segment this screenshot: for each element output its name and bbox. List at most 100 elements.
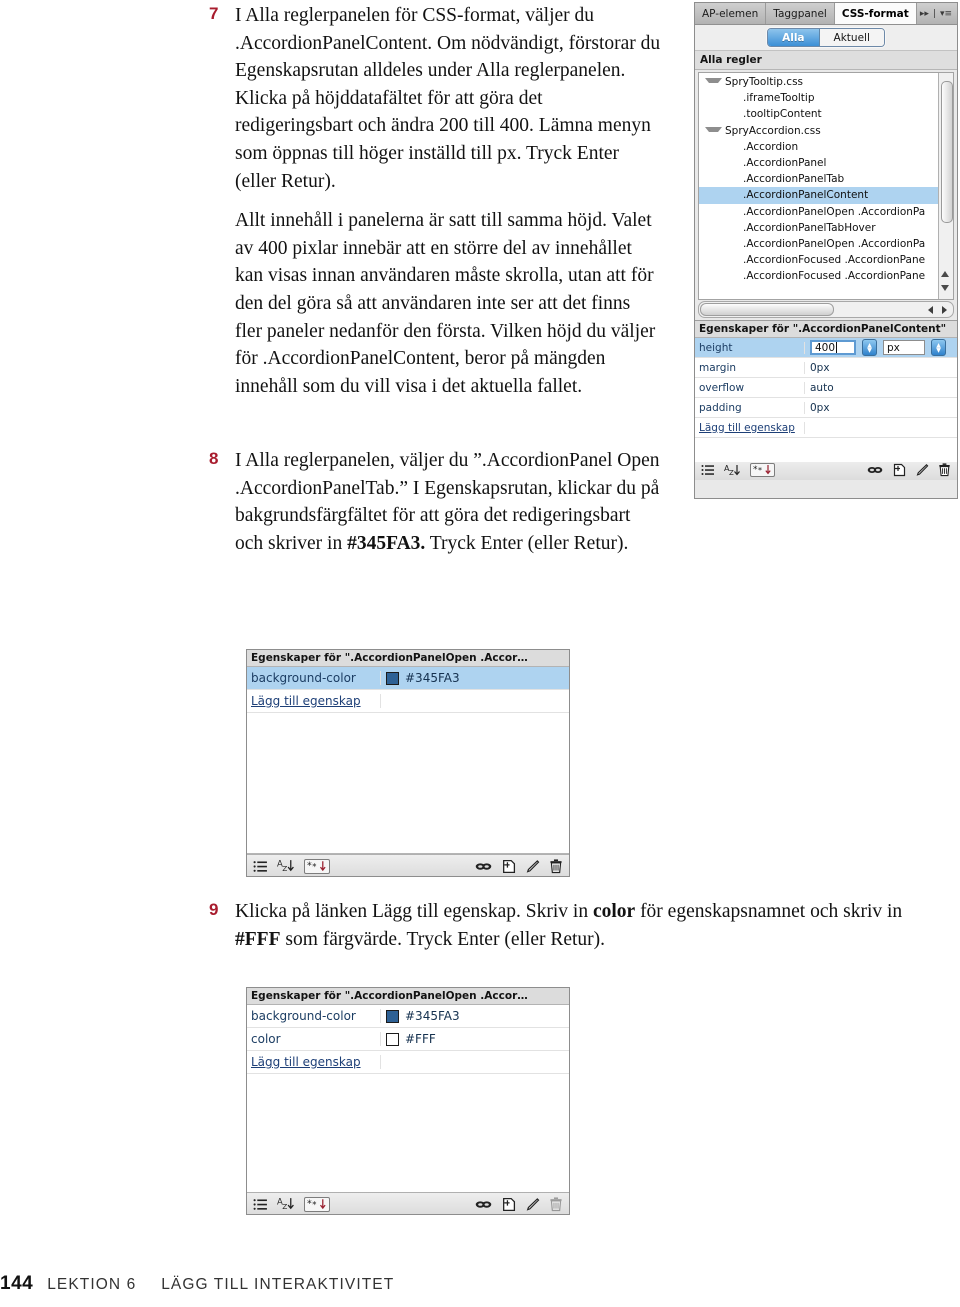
svg-text:Z: Z <box>729 469 734 477</box>
scroll-left-arrow-icon[interactable] <box>928 306 933 314</box>
scrollbar-thumb[interactable] <box>941 81 953 223</box>
page-footer: 144 LEKTION 6 LÄGG TILL INTERAKTIVITET <box>0 1273 394 1295</box>
rule-row[interactable]: SpryTooltip.css <box>699 74 953 90</box>
svg-text:*: * <box>307 860 312 871</box>
delete-rule-icon[interactable] <box>549 858 563 874</box>
step-8-paragraph: I Alla reglerpanelen, väljer du ”.Accord… <box>235 447 661 557</box>
property-value[interactable]: 0px <box>805 362 957 374</box>
edit-rule-icon[interactable] <box>525 859 540 874</box>
add-property-link[interactable]: Lägg till egenskap <box>247 1055 381 1069</box>
hscrollbar-thumb[interactable] <box>700 303 835 316</box>
new-css-rule-icon[interactable] <box>501 1197 516 1212</box>
disclosure-triangle-icon[interactable] <box>705 126 722 132</box>
height-unit-input[interactable]: px <box>883 340 925 355</box>
property-row-add[interactable]: Lägg till egenskap <box>247 690 569 713</box>
delete-rule-icon[interactable] <box>938 463 951 477</box>
property-value[interactable]: #345FA3 <box>381 671 569 685</box>
property-row-overflow[interactable]: overflow auto <box>695 378 957 398</box>
alphabet-sort-icon[interactable]: AZ <box>277 1197 295 1211</box>
rules-horizontal-scrollbar[interactable] <box>698 301 954 318</box>
rule-row[interactable]: .AccordionPanelTabHover <box>699 220 953 236</box>
attach-stylesheet-icon[interactable] <box>867 464 883 476</box>
alphabet-sort-icon[interactable]: AZ <box>277 859 295 873</box>
rule-row[interactable]: .AccordionPanelOpen .AccordionPa <box>699 204 953 220</box>
property-name: margin <box>695 361 805 374</box>
property-row-height[interactable]: height 400 ▲ ▼ px ▲ ▼ <box>695 338 957 358</box>
edit-rule-icon[interactable] <box>525 1197 540 1212</box>
color-swatch[interactable] <box>386 1009 399 1023</box>
scroll-up-arrow-icon[interactable] <box>941 271 949 277</box>
rule-row[interactable]: .AccordionFocused .AccordionPane <box>699 268 953 284</box>
property-row-background-color[interactable]: background-color #345FA3 <box>247 667 569 690</box>
properties-empty-area <box>695 438 957 462</box>
properties-header: Egenskaper för ".AccordionPanelOpen .Acc… <box>247 650 569 667</box>
set-properties-icon[interactable]: * * <box>750 463 775 477</box>
height-value-input[interactable]: 400 <box>810 340 856 355</box>
attach-stylesheet-icon[interactable] <box>475 1198 492 1211</box>
category-view-icon[interactable] <box>253 860 268 873</box>
disclosure-triangle-icon[interactable] <box>705 78 722 83</box>
properties-toolbar: AZ * * <box>247 1192 569 1214</box>
scroll-right-arrow-icon[interactable] <box>942 306 947 314</box>
property-value[interactable]: auto <box>805 382 957 394</box>
rule-row[interactable]: SpryAccordion.css <box>699 123 953 139</box>
rule-row-selected[interactable]: .AccordionPanelContent <box>699 187 953 204</box>
tab-ap-element[interactable]: AP-elemen <box>695 3 767 24</box>
expand-panels-icon[interactable]: ▸▸ <box>920 9 929 19</box>
property-value[interactable]: #FFF <box>381 1032 569 1046</box>
edit-rule-icon[interactable] <box>915 463 929 477</box>
property-value[interactable]: #345FA3 <box>381 1009 569 1023</box>
color-swatch[interactable] <box>386 1032 399 1046</box>
new-css-rule-icon[interactable] <box>501 859 516 874</box>
control-divider: | <box>932 8 936 19</box>
property-row-color[interactable]: color #FFF <box>247 1028 569 1051</box>
rule-row[interactable]: .AccordionFocused .AccordionPane <box>699 252 953 268</box>
category-view-icon[interactable] <box>253 1198 268 1211</box>
tab-tag-inspector[interactable]: Taggpanel <box>766 3 835 24</box>
css-rules-list-inner: SpryTooltip.css .iframeTooltip .tooltipC… <box>699 73 953 284</box>
rule-row[interactable]: .tooltipContent <box>699 106 953 122</box>
height-unit-text: px <box>887 341 900 354</box>
unit-stepper-button[interactable]: ▲ ▼ <box>931 339 946 356</box>
rule-row[interactable]: .iframeTooltip <box>699 90 953 106</box>
properties-grid: background-color #345FA3 Lägg till egens… <box>247 667 569 854</box>
svg-text:*: * <box>307 1198 312 1209</box>
property-value-editor[interactable]: 400 ▲ ▼ px ▲ ▼ <box>805 339 957 356</box>
step-7-paragraph-2: Allt innehåll i panelerna är satt till s… <box>235 210 656 397</box>
rule-row[interactable]: .AccordionPanelTab <box>699 171 953 187</box>
new-css-rule-icon[interactable] <box>892 463 906 477</box>
rules-vertical-scrollbar[interactable] <box>938 73 953 299</box>
color-swatch[interactable] <box>386 671 399 685</box>
property-row-margin[interactable]: margin 0px <box>695 358 957 378</box>
properties-header: Egenskaper för ".AccordionPanelOpen .Acc… <box>247 988 569 1005</box>
tab-css-styles[interactable]: CSS-format <box>834 3 917 24</box>
property-row-add[interactable]: Lägg till egenskap <box>247 1051 569 1074</box>
step-9-color-value: #FFF <box>235 928 281 950</box>
add-property-link[interactable]: Lägg till egenskap <box>247 694 381 708</box>
rule-row[interactable]: .Accordion <box>699 139 953 155</box>
height-stepper-button[interactable]: ▲ ▼ <box>862 339 877 356</box>
set-properties-icon[interactable]: * * <box>304 858 330 874</box>
svg-text:*: * <box>312 861 316 871</box>
alphabet-sort-icon[interactable]: AZ <box>724 464 741 477</box>
property-row-add[interactable]: Lägg till egenskap <box>695 418 957 438</box>
rule-row[interactable]: .AccordionPanelOpen .AccordionPa <box>699 236 953 252</box>
svg-text:Z: Z <box>282 1202 287 1211</box>
category-view-icon[interactable] <box>701 464 715 476</box>
property-row-background-color[interactable]: background-color #345FA3 <box>247 1005 569 1028</box>
attach-stylesheet-icon[interactable] <box>475 860 492 873</box>
trash-glyph <box>939 463 950 477</box>
set-properties-icon[interactable]: * * <box>304 1196 330 1212</box>
scope-current-button[interactable]: Aktuell <box>819 29 884 46</box>
css-rules-list[interactable]: SpryTooltip.css .iframeTooltip .tooltipC… <box>698 72 954 300</box>
add-property-link[interactable]: Lägg till egenskap <box>695 421 805 434</box>
panel-tab-bar: AP-elemen Taggpanel CSS-format ▸▸ | ▾≡ <box>695 3 957 25</box>
scroll-down-arrow-icon[interactable] <box>941 285 949 291</box>
property-value[interactable]: 0px <box>805 402 957 414</box>
property-row-padding[interactable]: padding 0px <box>695 398 957 418</box>
panel-menu-icon[interactable]: ▾≡ <box>940 9 952 19</box>
attach-stylesheet-glyph <box>867 467 883 473</box>
scope-all-button[interactable]: Alla <box>768 29 820 46</box>
rule-row[interactable]: .AccordionPanel <box>699 155 953 171</box>
properties-empty-area <box>247 1074 569 1192</box>
